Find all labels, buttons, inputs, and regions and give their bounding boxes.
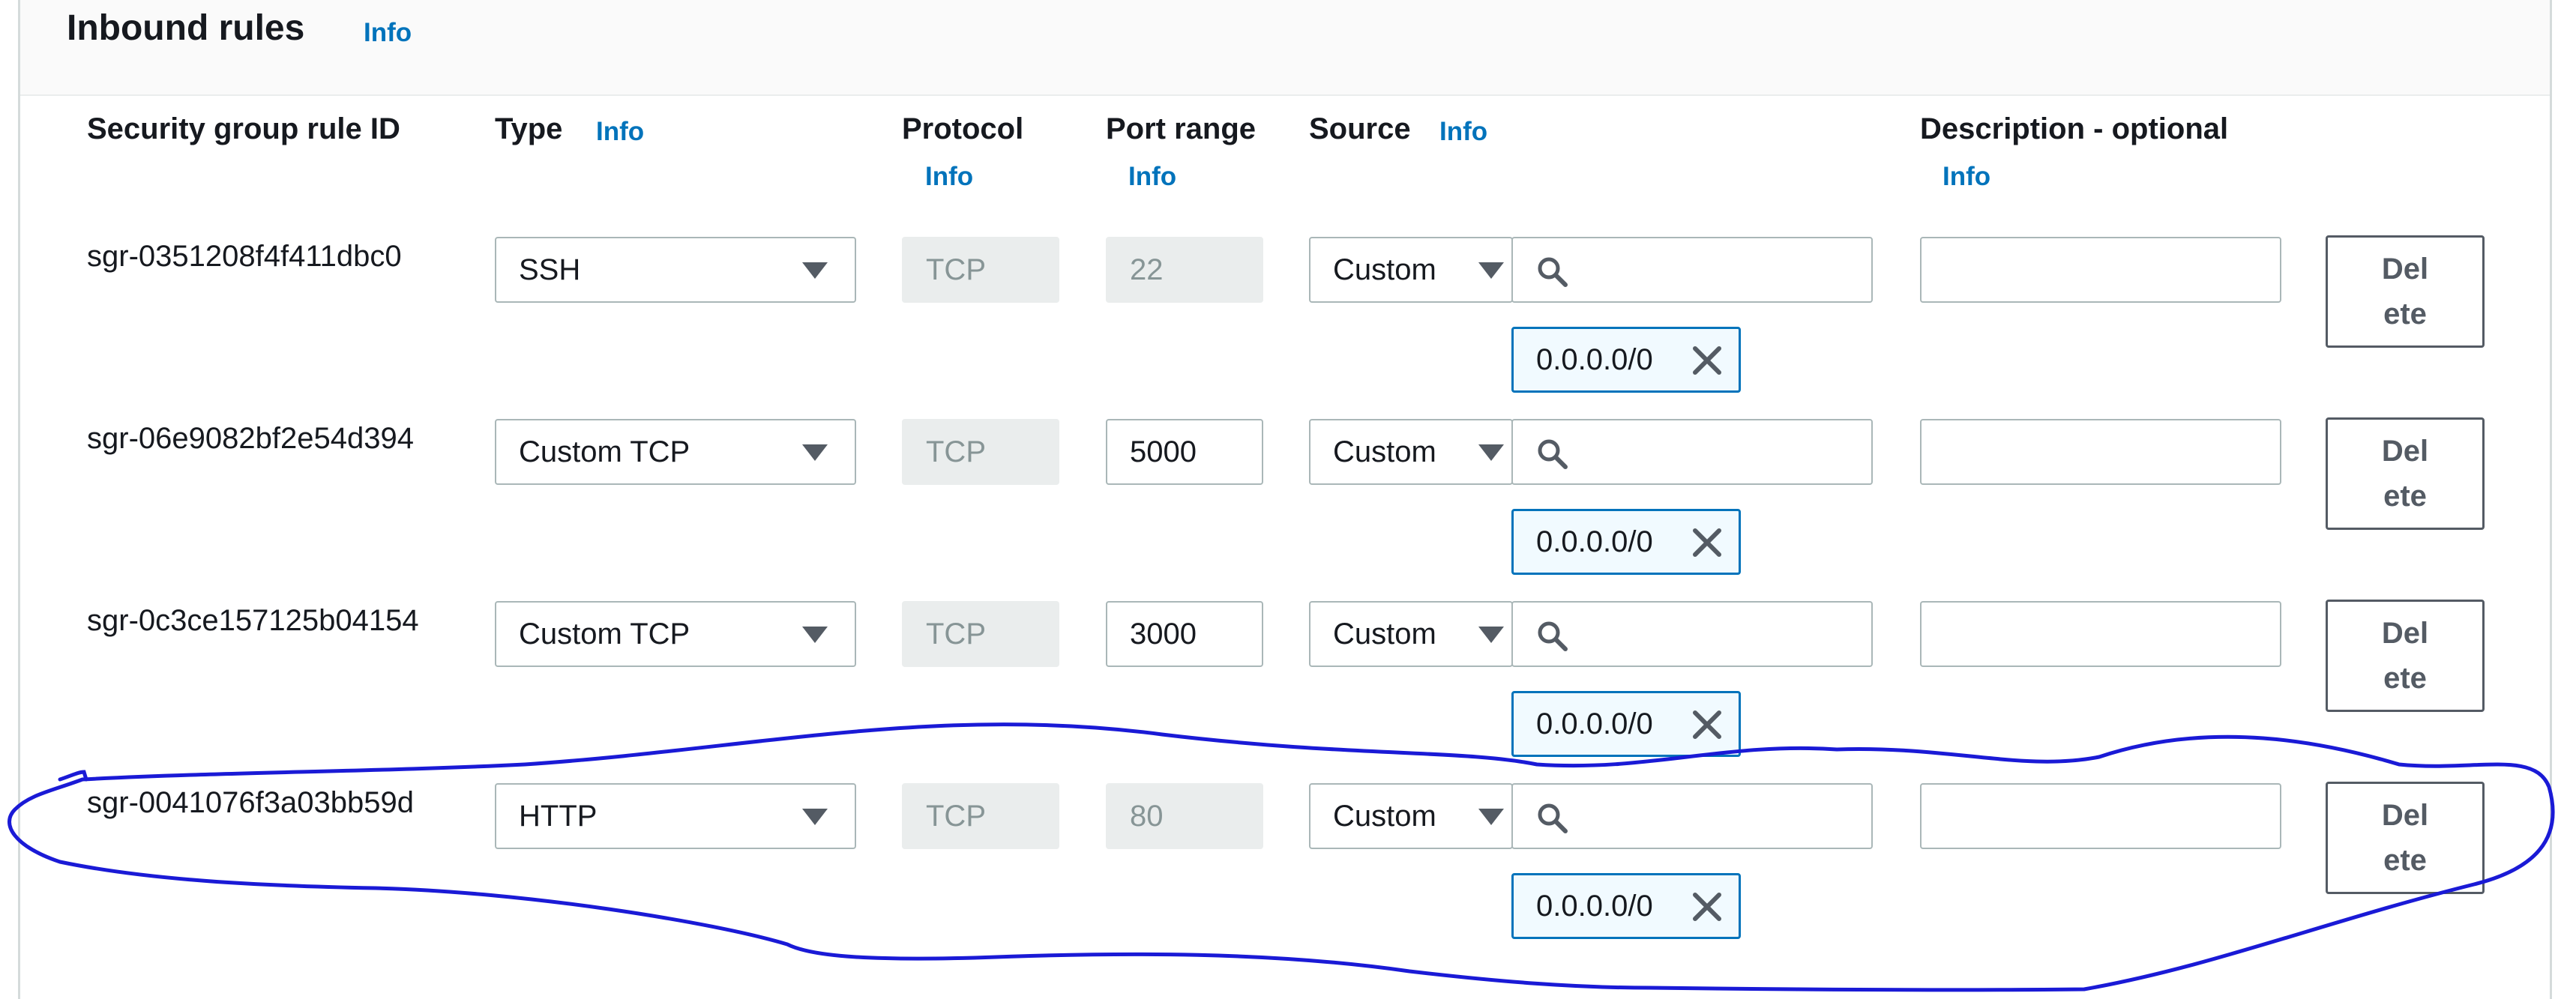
search-icon [1538,257,1568,287]
header-protocol: Protocol [902,112,1024,145]
cidr-value: 0.0.0.0/0 [1536,707,1653,740]
cidr-value: 0.0.0.0/0 [1536,343,1653,376]
delete-button[interactable]: Del ete [2326,417,2485,530]
protocol-info-link[interactable]: Info [925,162,973,192]
type-select[interactable]: Custom TCP [495,601,856,667]
source-info-link[interactable]: Info [1439,117,1487,147]
search-icon [1538,439,1568,469]
source-mode-value: Custom [1333,435,1436,468]
caret-down-icon [1478,627,1504,643]
cidr-value: 0.0.0.0/0 [1536,525,1653,558]
port-range-input: 80 [1106,783,1263,849]
close-icon[interactable] [1691,344,1724,377]
rule-id: sgr-06e9082bf2e54d394 [87,422,414,455]
rule-id: sgr-0c3ce157125b04154 [87,604,419,637]
source-type-select[interactable]: Custom [1309,783,1513,849]
description-input[interactable] [1920,783,2281,849]
type-value: Custom TCP [519,435,690,468]
type-select[interactable]: Custom TCP [495,419,856,485]
port-value: 3000 [1130,618,1197,651]
header-description: Description - optional [1920,112,2229,145]
source-search-input[interactable] [1511,783,1873,849]
source-search-input[interactable] [1511,419,1873,485]
protocol-field: TCP [902,601,1059,667]
header-rule-id: Security group rule ID [87,112,400,145]
rule-id: sgr-0351208f4f411dbc0 [87,240,402,273]
caret-down-icon [1478,262,1504,279]
rule-id: sgr-0041076f3a03bb59d [87,786,414,819]
header-type: Type [495,112,563,145]
source-mode-value: Custom [1333,618,1436,651]
protocol-value: TCP [926,800,986,833]
type-select[interactable]: HTTP [495,783,856,849]
port-info-link[interactable]: Info [1128,162,1176,192]
cidr-value: 0.0.0.0/0 [1536,890,1653,923]
source-mode-value: Custom [1333,800,1436,833]
description-input[interactable] [1920,601,2281,667]
type-info-link[interactable]: Info [596,117,644,147]
source-type-select[interactable]: Custom [1309,237,1513,303]
search-icon [1538,803,1568,833]
delete-button[interactable]: Del ete [2326,235,2485,348]
cidr-token: 0.0.0.0/0 [1511,509,1741,575]
protocol-field: TCP [902,237,1059,303]
port-range-input[interactable]: 3000 [1106,601,1263,667]
description-input[interactable] [1920,237,2281,303]
delete-button[interactable]: Del ete [2326,600,2485,712]
caret-down-icon [1478,444,1504,461]
port-value: 80 [1130,800,1164,833]
caret-down-icon [802,262,828,279]
port-range-input: 22 [1106,237,1263,303]
close-icon[interactable] [1691,526,1724,559]
description-info-link[interactable]: Info [1942,162,1990,192]
type-value: HTTP [519,800,598,833]
source-type-select[interactable]: Custom [1309,601,1513,667]
port-value: 5000 [1130,435,1197,468]
close-icon[interactable] [1691,890,1724,923]
port-value: 22 [1130,253,1164,286]
type-value: SSH [519,253,581,286]
caret-down-icon [802,809,828,825]
protocol-value: TCP [926,253,986,286]
inbound-rules-panel: Inbound rules Info [18,0,2552,999]
panel-header: Inbound rules Info [20,0,2550,96]
caret-down-icon [802,444,828,461]
protocol-value: TCP [926,618,986,651]
cidr-token: 0.0.0.0/0 [1511,691,1741,757]
protocol-field: TCP [902,783,1059,849]
cidr-token: 0.0.0.0/0 [1511,873,1741,939]
panel-title: Inbound rules [67,8,305,48]
source-search-input[interactable] [1511,601,1873,667]
port-range-input[interactable]: 5000 [1106,419,1263,485]
source-mode-value: Custom [1333,253,1436,286]
search-icon [1538,621,1568,651]
type-select[interactable]: SSH [495,237,856,303]
close-icon[interactable] [1691,708,1724,741]
title-info-link[interactable]: Info [364,18,412,48]
source-type-select[interactable]: Custom [1309,419,1513,485]
caret-down-icon [1478,809,1504,825]
description-input[interactable] [1920,419,2281,485]
cidr-token: 0.0.0.0/0 [1511,327,1741,393]
delete-button[interactable]: Del ete [2326,782,2485,894]
source-search-input[interactable] [1511,237,1873,303]
type-value: Custom TCP [519,618,690,651]
protocol-field: TCP [902,419,1059,485]
caret-down-icon [802,627,828,643]
protocol-value: TCP [926,435,986,468]
header-source: Source [1309,112,1411,145]
header-port-range: Port range [1106,112,1257,145]
